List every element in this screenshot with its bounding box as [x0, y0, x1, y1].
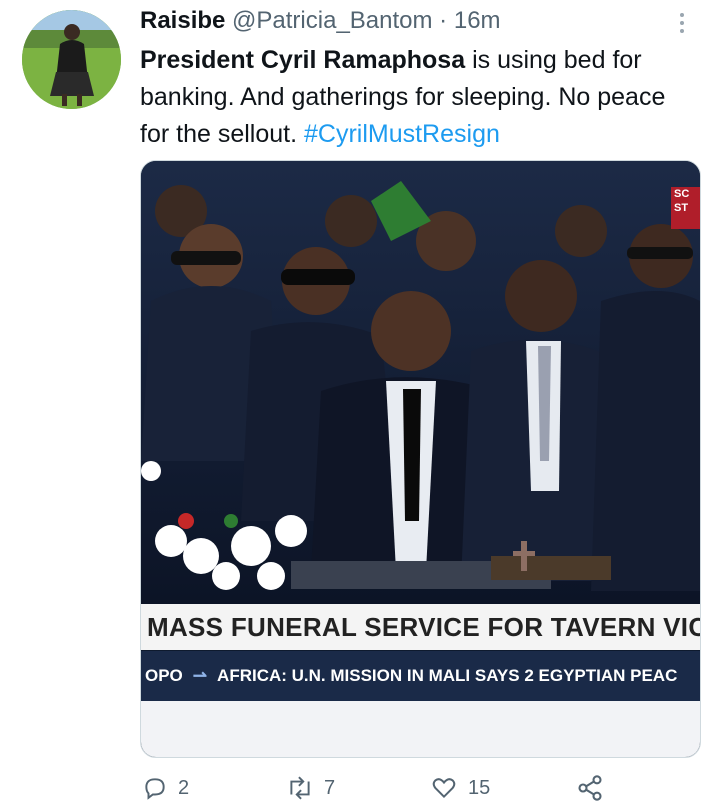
tweet-header: Raisibe @Patricia_Bantom · 16m: [140, 6, 680, 36]
funeral-scene-image: [141, 161, 700, 604]
retweet-icon: [290, 776, 310, 800]
reply-button[interactable]: 2: [142, 770, 189, 806]
like-button[interactable]: 15: [430, 770, 490, 806]
ticker-text: AFRICA: U.N. MISSION IN MALI SAYS 2 EGYP…: [217, 666, 678, 685]
more-options-icon[interactable]: [672, 10, 692, 40]
share-button[interactable]: [576, 770, 614, 806]
reply-icon: [145, 778, 165, 800]
avatar[interactable]: [22, 10, 121, 109]
media-bottom-strip: [141, 701, 700, 757]
tweet-text: President Cyril Ramaphosa is using bed f…: [140, 42, 700, 153]
news-ticker: OPO ⇀ AFRICA: U.N. MISSION IN MALI SAYS 2 …: [141, 651, 700, 701]
news-chyron: MASS FUNERAL SERVICE FOR TAVERN VIC: [141, 604, 700, 650]
news-channel-badge: SC ST: [671, 187, 700, 229]
retweet-count: 7: [324, 776, 336, 799]
heart-icon: [432, 778, 456, 799]
like-count: 15: [468, 776, 491, 799]
ticker-prefix: OPO: [145, 666, 183, 685]
tweet-actions: 2 7 15: [140, 770, 660, 806]
user-handle[interactable]: @Patricia_Bantom: [232, 7, 432, 34]
ticker-arrow-icon: ⇀: [192, 666, 208, 685]
hashtag-link[interactable]: #CyrilMustResign: [304, 120, 500, 148]
tweet-text-bold: President Cyril Ramaphosa: [140, 46, 466, 74]
separator-dot: ·: [439, 7, 448, 34]
display-name[interactable]: Raisibe: [140, 7, 225, 34]
share-icon: [578, 775, 602, 801]
timestamp[interactable]: 16m: [454, 7, 501, 34]
tweet-media-image[interactable]: SC ST MASS FUNERAL SERVICE FOR TAVERN VI…: [140, 160, 701, 758]
reply-count: 2: [178, 776, 190, 799]
retweet-button[interactable]: 7: [286, 770, 335, 806]
